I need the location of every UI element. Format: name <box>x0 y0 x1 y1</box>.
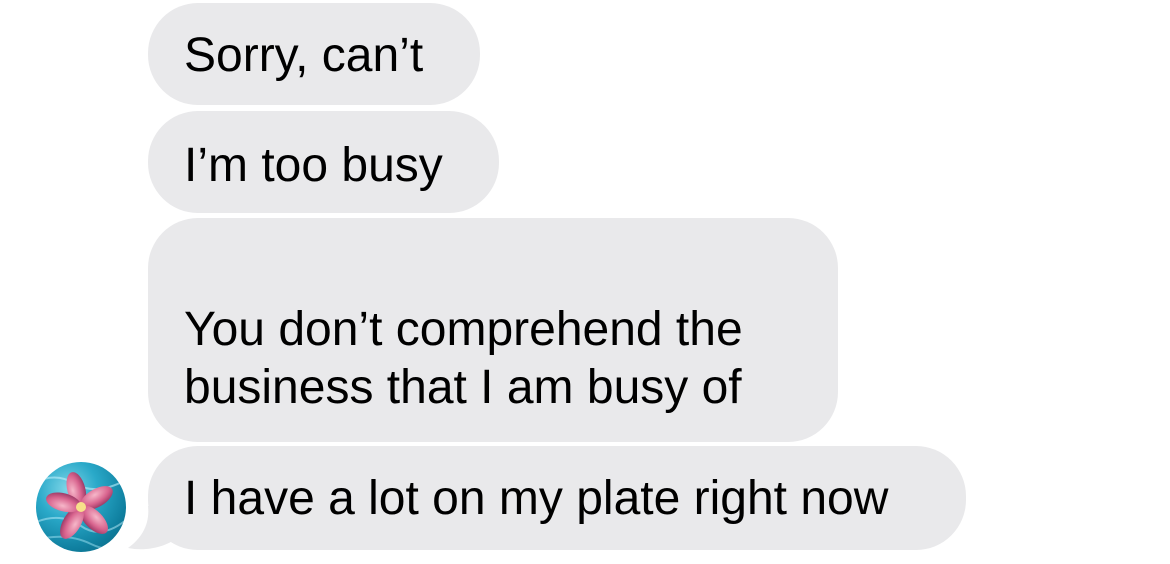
flower-icon <box>36 472 126 552</box>
message-bubble[interactable]: Sorry, can’t <box>148 3 480 105</box>
message-text: I have a lot on my plate right now <box>184 472 889 525</box>
contact-avatar[interactable] <box>36 462 126 552</box>
message-text: Sorry, can’t <box>184 29 424 82</box>
message-text-line: You don’t comprehend the <box>184 303 743 356</box>
message-bubble[interactable]: You don’t comprehend the business that I… <box>148 218 838 442</box>
message-text-line: business that I am busy of <box>184 361 742 414</box>
message-bubble[interactable]: I’m too busy <box>148 111 499 213</box>
message-bubble[interactable]: I have a lot on my plate right now <box>148 446 966 550</box>
message-text: I’m too busy <box>184 139 443 192</box>
